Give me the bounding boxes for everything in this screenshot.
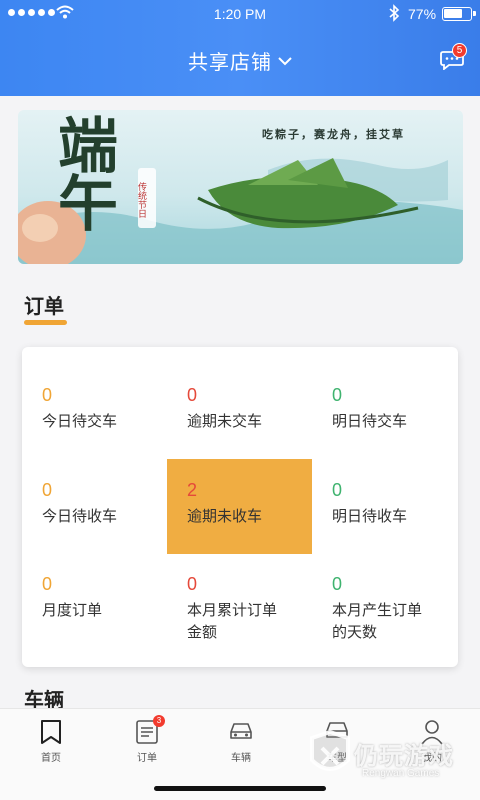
order-stat-today-pending-delivery[interactable]: 0 今日待交车 bbox=[22, 365, 167, 460]
status-bar: 1:20 PM 77% bbox=[0, 0, 480, 28]
tab-orders[interactable]: 3 订单 bbox=[99, 709, 195, 769]
stat-label-line1: 本月累计订单 bbox=[187, 602, 278, 619]
stat-label: 逾期未收车 bbox=[187, 508, 263, 525]
stat-value: 0 bbox=[332, 480, 343, 500]
stat-label: 今日待收车 bbox=[42, 508, 118, 525]
home-indicator bbox=[154, 786, 326, 791]
stat-value: 0 bbox=[332, 385, 343, 405]
stat-label: 明日待收车 bbox=[332, 508, 408, 525]
stat-label: 今日待交车 bbox=[42, 413, 118, 430]
order-stat-tomorrow-return[interactable]: 0 明日待收车 bbox=[312, 460, 457, 554]
tab-home[interactable]: 首页 bbox=[3, 709, 99, 769]
stat-value: 0 bbox=[187, 385, 198, 405]
promo-banner[interactable]: 传统节日 端午 吃粽子，赛龙舟，挂艾草 bbox=[18, 110, 463, 264]
tab-vehicles[interactable]: 车辆 bbox=[193, 709, 289, 769]
store-selector[interactable]: 共享店铺 bbox=[0, 46, 480, 75]
battery-icon bbox=[442, 7, 476, 21]
order-stat-monthly-orders[interactable]: 0 月度订单 bbox=[22, 554, 167, 659]
stat-value: 0 bbox=[42, 480, 53, 500]
stat-label: 明日待交车 bbox=[332, 413, 408, 430]
tab-label: 首页 bbox=[41, 753, 61, 764]
watermark-text: 仍玩游戏 bbox=[354, 743, 454, 770]
order-stat-overdue-return[interactable]: 2 逾期未收车 bbox=[167, 459, 312, 554]
order-stat-overdue-delivery[interactable]: 0 逾期未交车 bbox=[167, 365, 312, 460]
stat-value: 0 bbox=[332, 574, 343, 594]
stat-label-line2: 金额 bbox=[187, 624, 218, 641]
orders-section-title: 订单 bbox=[24, 296, 64, 318]
banner-slogan: 吃粽子，赛龙舟，挂艾草 bbox=[262, 128, 405, 141]
battery-percent: 77% bbox=[408, 6, 437, 22]
stat-value: 0 bbox=[187, 574, 198, 594]
orders-summary-card: 0 今日待交车 0 逾期未交车 0 明日待交车 0 今日待收车 2 逾期未收车 … bbox=[22, 347, 458, 667]
stat-value: 2 bbox=[187, 480, 198, 500]
tab-label: 订单 bbox=[137, 753, 157, 764]
banner-title: 端午 bbox=[58, 112, 118, 240]
watermark: 仍玩游戏 Rengwan Games bbox=[306, 716, 476, 788]
svg-text:传统节日: 传统节日 bbox=[136, 181, 147, 218]
stat-label: 月度订单 bbox=[42, 602, 103, 619]
tab-label: 车辆 bbox=[231, 753, 251, 764]
bluetooth-icon bbox=[389, 4, 400, 22]
watermark-logo-icon bbox=[310, 730, 350, 771]
app-header: 1:20 PM 77% 共享店铺 5 bbox=[0, 0, 480, 96]
chevron-down-icon bbox=[278, 57, 292, 66]
stat-label-line1: 本月产生订单 bbox=[332, 602, 423, 619]
stat-label-line2: 的天数 bbox=[332, 624, 378, 641]
stat-label: 逾期未交车 bbox=[187, 413, 263, 430]
order-stat-monthly-days[interactable]: 0 本月产生订单 的天数 bbox=[312, 554, 457, 659]
tab-orders-badge: 3 bbox=[153, 715, 165, 727]
order-stat-tomorrow-delivery[interactable]: 0 明日待交车 bbox=[312, 365, 457, 460]
watermark-subtext: Rengwan Games bbox=[362, 768, 440, 779]
order-stat-today-pending-return[interactable]: 0 今日待收车 bbox=[22, 460, 167, 554]
message-badge: 5 bbox=[452, 43, 467, 58]
stat-value: 0 bbox=[42, 385, 53, 405]
store-title: 共享店铺 bbox=[188, 52, 272, 74]
orders-title-underline bbox=[24, 320, 67, 325]
order-stat-monthly-amount[interactable]: 0 本月累计订单 金额 bbox=[167, 554, 312, 659]
stat-value: 0 bbox=[42, 574, 53, 594]
bookmark-icon bbox=[41, 720, 61, 744]
car-icon bbox=[230, 723, 252, 739]
